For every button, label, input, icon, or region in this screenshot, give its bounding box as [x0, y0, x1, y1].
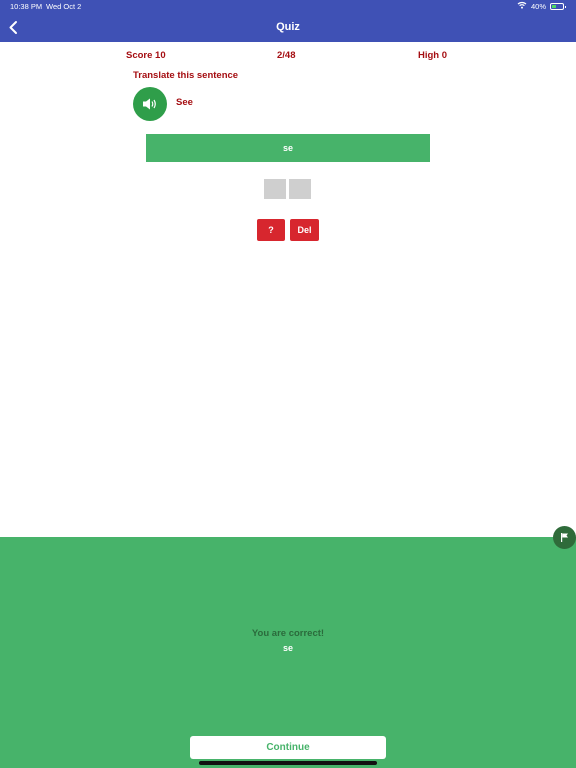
play-audio-button[interactable] [133, 87, 167, 121]
home-indicator [199, 761, 377, 765]
delete-button[interactable]: Del [290, 219, 319, 241]
status-right: 40% [517, 0, 566, 13]
hint-button[interactable]: ? [257, 219, 285, 241]
status-bar: 10:38 PM Wed Oct 2 40% [0, 0, 576, 13]
status-time: 10:38 PM [10, 2, 43, 11]
correct-answer: se [282, 643, 293, 653]
answer-display: se [146, 134, 430, 162]
speaker-icon [143, 98, 156, 110]
letter-slot[interactable] [264, 179, 286, 199]
high-score-label: High 0 [418, 50, 448, 61]
battery-icon [550, 3, 566, 10]
battery-fill [552, 5, 556, 8]
translate-prompt: Translate this sentence [133, 70, 239, 81]
status-date: Wed Oct 2 [46, 2, 82, 11]
continue-button[interactable]: Continue [190, 736, 386, 759]
sentence-word: See [176, 97, 193, 108]
letter-slot[interactable] [289, 179, 311, 199]
page-title: Quiz [276, 21, 300, 33]
battery-percentage: 40% [530, 2, 546, 11]
question-progress: 2/48 [277, 50, 296, 61]
report-button[interactable] [553, 526, 576, 549]
flag-icon [561, 533, 568, 542]
wifi-icon [517, 0, 527, 13]
result-message: You are correct! [251, 628, 325, 639]
navigation-bar: Quiz [0, 13, 576, 42]
score-label: Score 10 [126, 50, 166, 61]
